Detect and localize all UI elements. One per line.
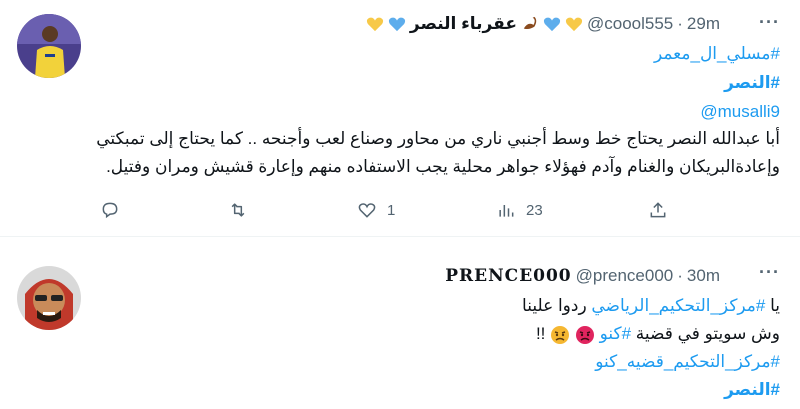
hashtag-link[interactable]: #النصر bbox=[724, 380, 780, 400]
yellow-heart-icon bbox=[565, 17, 583, 32]
separator-dot: · bbox=[677, 266, 683, 285]
retweet-button[interactable] bbox=[228, 200, 258, 220]
like-count: 1 bbox=[387, 201, 396, 219]
more-options-button[interactable]: ··· bbox=[759, 12, 780, 33]
timestamp[interactable]: 30m bbox=[687, 266, 720, 286]
tweet-text: ردوا علينا bbox=[522, 296, 592, 315]
views-button[interactable]: 23 bbox=[496, 200, 543, 220]
hashtag-link[interactable]: #النصر bbox=[724, 73, 780, 93]
display-name[interactable]: عقرباء النصر bbox=[410, 14, 517, 34]
angry-face-icon bbox=[551, 325, 570, 344]
tweet-text: وإعادةالبريكان والغنام وآدم فهؤلاء جواهر… bbox=[106, 157, 780, 176]
hashtag-link[interactable]: #مسلي_ال_معمر bbox=[654, 44, 780, 64]
handle[interactable]: @coool555 bbox=[587, 14, 673, 34]
views-count: 23 bbox=[526, 201, 543, 219]
share-icon bbox=[650, 202, 666, 218]
tweet-text-line: يا #مركز_التحكيم_الرياضي ردوا علينا bbox=[522, 296, 780, 316]
like-button[interactable]: 1 bbox=[357, 200, 395, 220]
tweet-text-line: وش سويتو في قضية #كنو !! bbox=[536, 324, 780, 345]
avatar[interactable] bbox=[17, 14, 81, 78]
tweet-text: أبا عبدالله النصر يحتاج خط وسط أجنبي نار… bbox=[96, 129, 780, 148]
display-name[interactable]: PRENCE000 bbox=[445, 266, 571, 286]
like-icon bbox=[358, 203, 376, 218]
timestamp[interactable]: 29m bbox=[687, 14, 720, 34]
angry-face-icon bbox=[575, 325, 594, 344]
blue-heart-icon bbox=[543, 17, 561, 32]
yellow-heart-icon bbox=[366, 17, 384, 32]
blue-heart-icon bbox=[388, 17, 406, 32]
tweet[interactable]: PRENCE000 @prence000 · 30m ··· يا #مركز_… bbox=[0, 238, 800, 409]
share-button[interactable] bbox=[648, 200, 668, 220]
retweet-icon bbox=[231, 203, 245, 217]
views-icon bbox=[499, 205, 514, 217]
hashtag-link[interactable]: #مركز_التحكيم_الرياضي bbox=[591, 296, 765, 315]
reply-button[interactable] bbox=[100, 200, 130, 220]
more-options-button[interactable]: ··· bbox=[759, 262, 780, 283]
tweet-text: !! bbox=[535, 324, 551, 343]
tweet-actions: 1 23 bbox=[100, 200, 680, 224]
scorpion-icon bbox=[523, 16, 537, 30]
mention-link[interactable]: @musalli9 bbox=[700, 102, 780, 122]
reply-icon bbox=[102, 202, 118, 219]
avatar[interactable] bbox=[17, 266, 81, 330]
tweet[interactable]: عقرباء النصر @coool555 · 29m ··· #مسلي_ا… bbox=[0, 0, 800, 237]
hashtag-link[interactable]: #كنو bbox=[600, 324, 631, 343]
separator-dot: · bbox=[677, 14, 683, 33]
tweet-text: يا bbox=[765, 296, 780, 315]
tweet-text: وش سويتو في قضية bbox=[631, 324, 780, 343]
hashtag-link[interactable]: #مركز_التحكيم_قضيه_كنو bbox=[595, 352, 780, 372]
handle[interactable]: @prence000 bbox=[576, 266, 674, 286]
